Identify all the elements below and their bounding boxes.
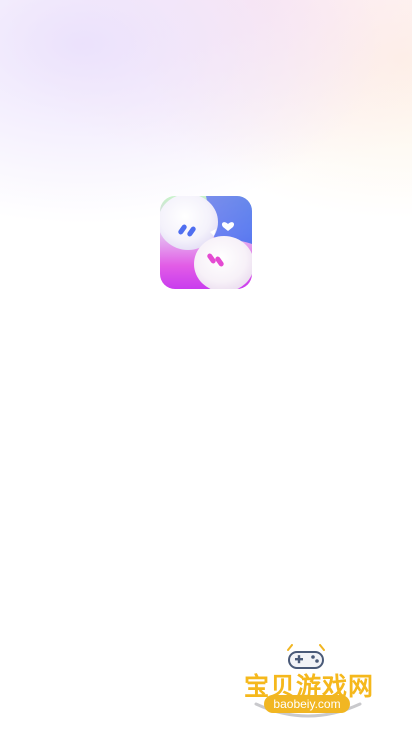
watermark-logo: 宝贝游戏网 baobeiy.com [232,640,382,730]
watermark-domain: baobeiy.com [264,695,350,713]
splash-background [0,0,412,734]
app-logo-icon [160,196,252,289]
